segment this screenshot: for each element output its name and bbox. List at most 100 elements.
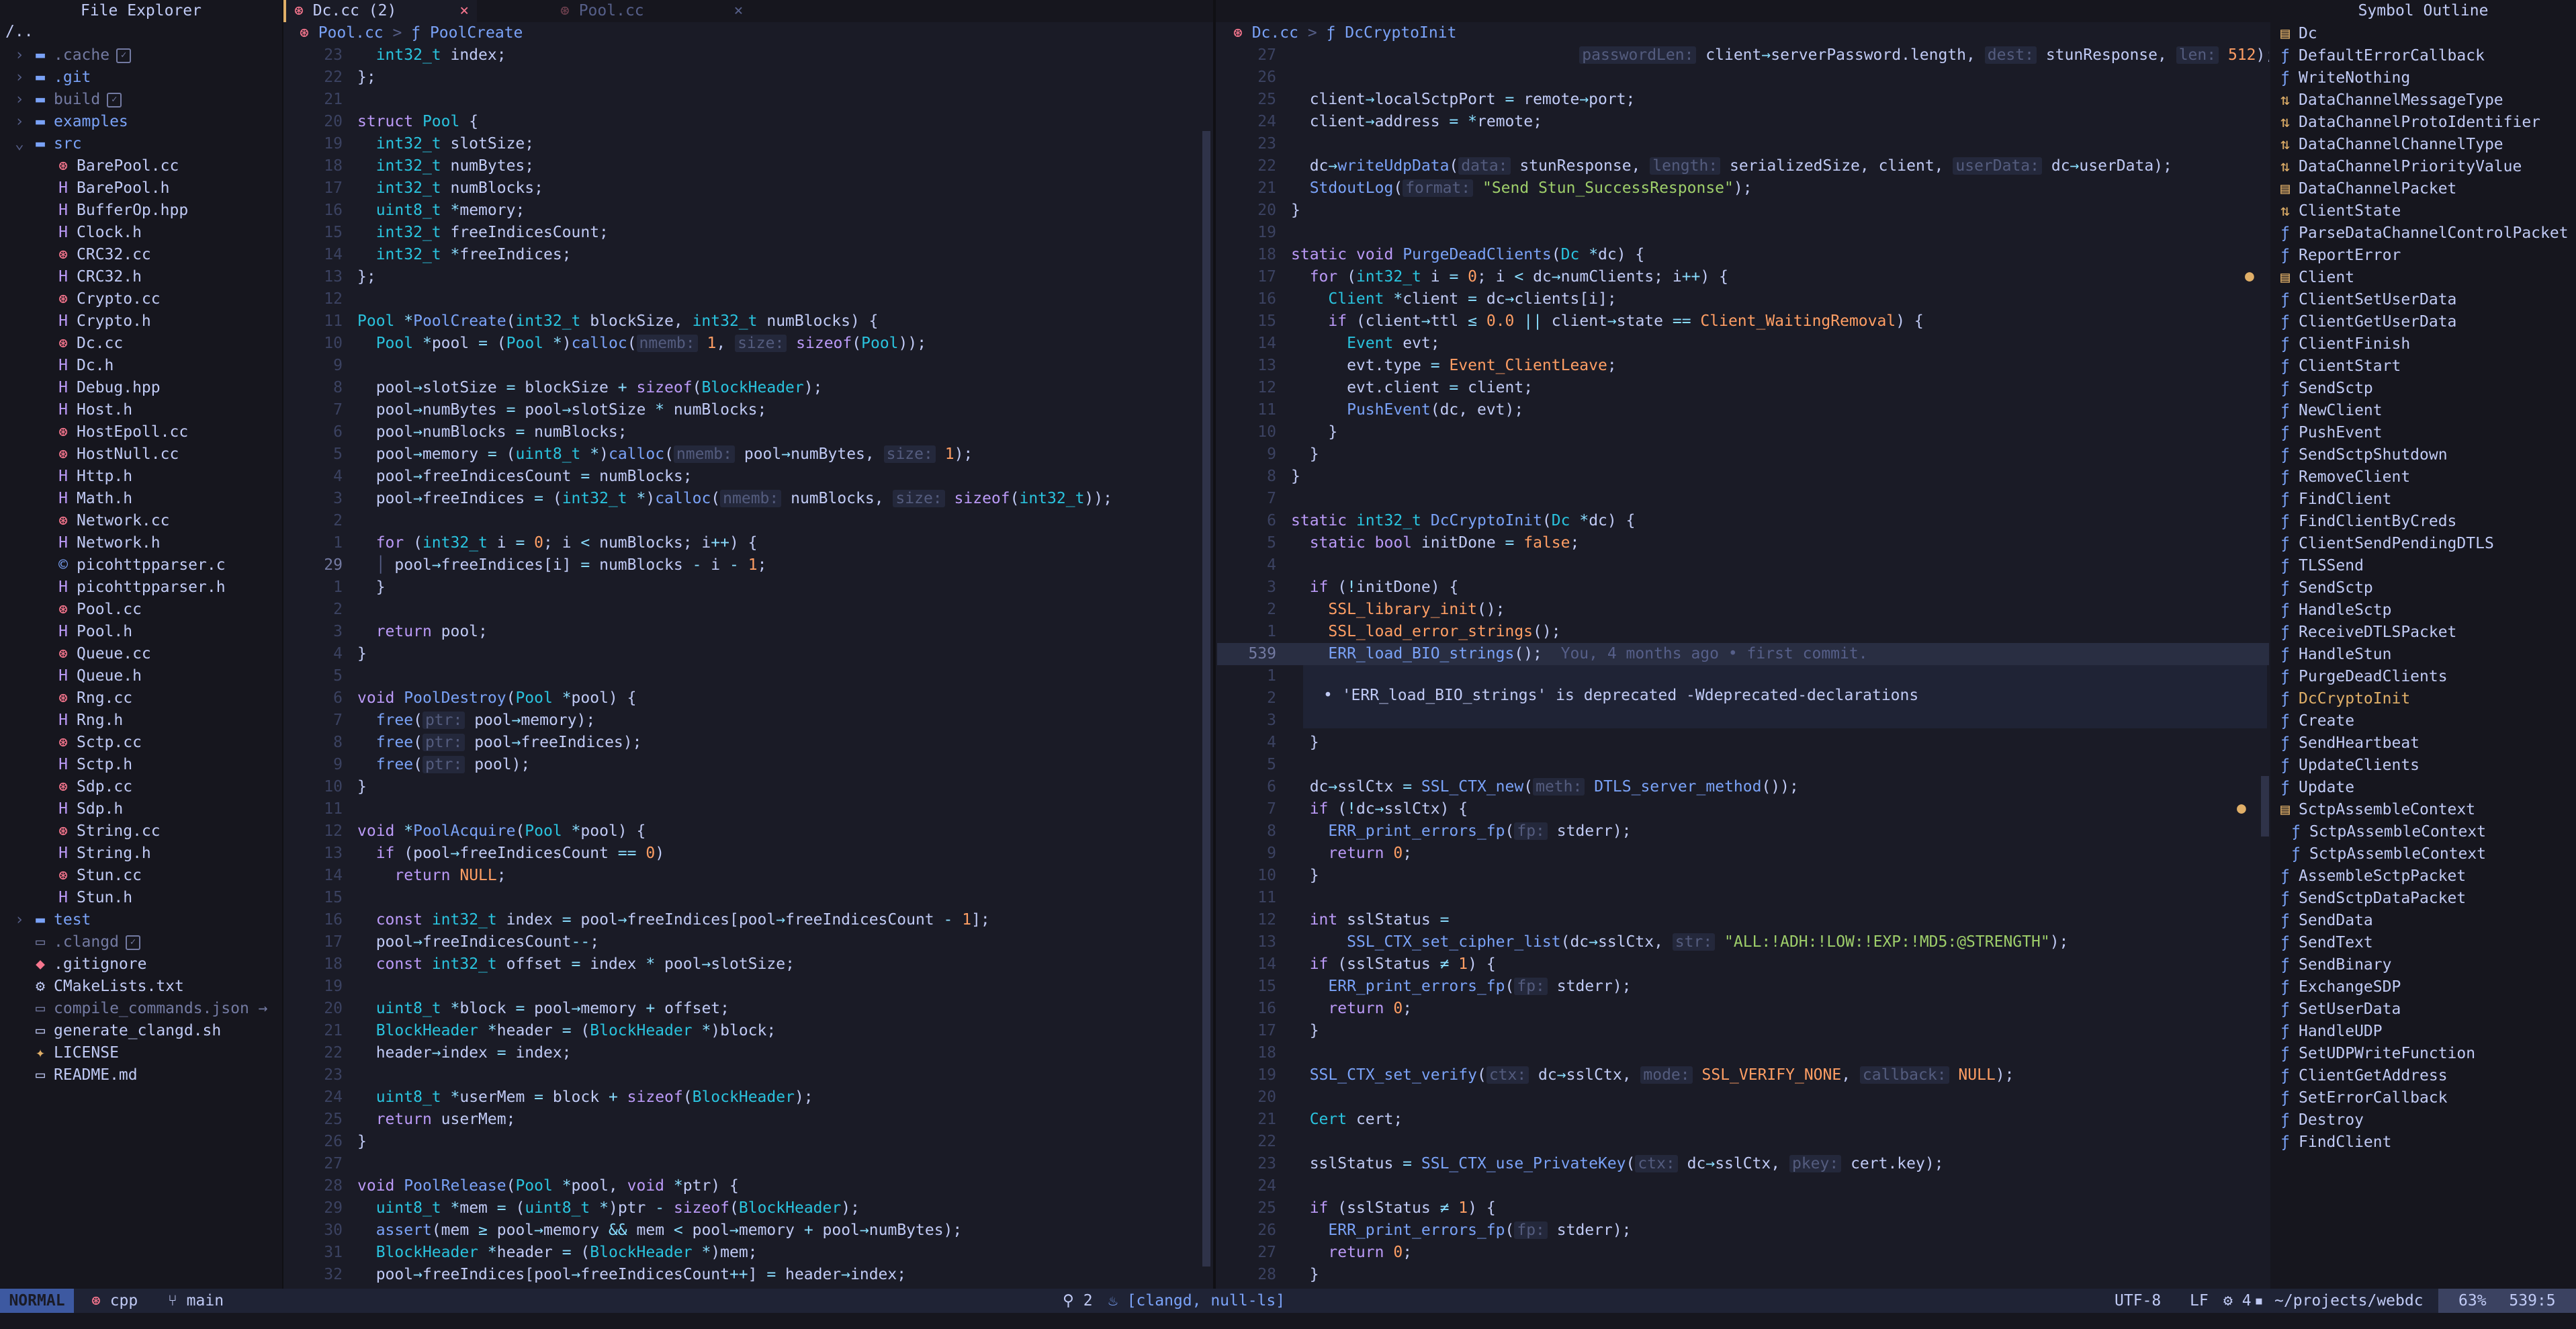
code-line[interactable]: 5 — [1217, 754, 2269, 776]
code-line[interactable]: 8 pool→slotSize = blockSize + sizeof(Blo… — [283, 377, 1210, 399]
code-line[interactable]: 8 ERR_print_errors_fp(fp: stderr); — [1217, 820, 2269, 843]
code-line[interactable]: 20 — [1217, 1086, 2269, 1109]
tab-pool-cc[interactable]: ⊛ Pool.cc × — [552, 0, 751, 22]
tree-file[interactable]: H Pool.h — [54, 621, 132, 643]
code-line[interactable]: 10 } — [1217, 865, 2269, 887]
outline-item[interactable]: ƒ HandleUDP — [2276, 1021, 2383, 1043]
code-line[interactable]: 1 } — [283, 576, 1210, 599]
code-line[interactable]: 539 ERR_load_BIO_strings(); You, 4 month… — [1217, 643, 2269, 665]
outline-item[interactable]: ⇅ DataChannelPriorityValue — [2276, 156, 2522, 178]
indent-setting[interactable]: ⚙ 4 — [2223, 1289, 2252, 1313]
code-line[interactable]: 32 pool→freeIndices[pool→freeIndicesCoun… — [283, 1264, 1210, 1286]
outline-item[interactable]: ƒ SctpAssembleContext — [2286, 821, 2486, 843]
tree-folder[interactable]: ⌄ ▬ src — [15, 133, 82, 155]
tree-file[interactable]: ⊛ BarePool.cc — [54, 155, 179, 177]
outline-item[interactable]: ƒ PurgeDeadClients — [2276, 666, 2448, 688]
code-line[interactable]: 22 dc→writeUdpData(data: stunResponse, l… — [1217, 155, 2269, 177]
tree-file[interactable]: ⊛ Rng.cc — [54, 687, 132, 710]
code-line[interactable]: 3 pool→freeIndices = (int32_t *)calloc(n… — [283, 488, 1210, 510]
outline-item[interactable]: ƒ ClientSendPendingDTLS — [2276, 533, 2494, 555]
outline-item[interactable]: ƒ ExchangeSDP — [2276, 976, 2401, 998]
code-line[interactable]: 6 static int32_t DcCryptoInit(Dc *dc) { — [1217, 510, 2269, 532]
tree-file[interactable]: H Rng.h — [54, 710, 123, 732]
tree-file[interactable]: H Sdp.h — [54, 798, 123, 820]
outline-item[interactable]: ƒ DcCryptoInit — [2276, 688, 2410, 710]
tree-file[interactable]: H Network.h — [54, 532, 161, 554]
chevron-right-icon[interactable]: › — [15, 89, 31, 111]
outline-item[interactable]: ƒ SendHeartbeat — [2276, 732, 2419, 755]
tree-file[interactable]: ▭ README.md — [15, 1064, 138, 1086]
code-line[interactable]: 17 } — [1217, 1020, 2269, 1042]
code-line[interactable]: 15 int32_t freeIndicesCount; — [283, 222, 1210, 244]
outline-item[interactable]: ƒ NewClient — [2276, 400, 2383, 422]
outline-item[interactable]: ƒ ClientStart — [2276, 355, 2401, 378]
code-line[interactable]: 12 — [283, 288, 1210, 310]
tree-file[interactable]: ⊛ Queue.cc — [54, 643, 151, 665]
filetype[interactable]: ⊛ cpp — [91, 1289, 138, 1313]
code-line[interactable]: 26} — [283, 1131, 1210, 1153]
code-line[interactable]: 9 free(ptr: pool); — [283, 754, 1210, 776]
outline-item[interactable]: ƒ AssembleSctpPacket — [2276, 865, 2466, 888]
outline-item[interactable]: ▤ Client — [2276, 267, 2354, 289]
code-line[interactable]: 27 return 0; — [1217, 1242, 2269, 1264]
split-divider[interactable] — [1213, 0, 1216, 1289]
code-line[interactable]: 23 sslStatus = SSL_CTX_use_PrivateKey(ct… — [1217, 1153, 2269, 1175]
code-line[interactable]: 20} — [1217, 200, 2269, 222]
tree-file[interactable]: ✦ LICENSE — [15, 1042, 119, 1064]
project-path[interactable]: ~/projects/webdc — [2274, 1289, 2424, 1313]
tree-file[interactable]: ⊛ Sctp.cc — [54, 732, 142, 754]
code-line[interactable]: 11 Pool *PoolCreate(int32_t blockSize, in… — [283, 310, 1210, 333]
tree-file[interactable]: H Crypto.h — [54, 310, 151, 333]
code-line[interactable]: 28 void PoolRelease(Pool *pool, void *ptr… — [283, 1175, 1210, 1197]
right-scrollbar[interactable] — [2261, 776, 2269, 837]
code-line[interactable]: 26 ERR_print_errors_fp(fp: stderr); — [1217, 1219, 2269, 1242]
outline-item[interactable]: ƒ WriteNothing — [2276, 67, 2410, 89]
tree-file[interactable]: H Stun.h — [54, 887, 132, 909]
outline-item[interactable]: ƒ PushEvent — [2276, 422, 2383, 444]
tree-file[interactable]: H CRC32.h — [54, 266, 142, 288]
code-line[interactable]: 8} — [1217, 466, 2269, 488]
code-line[interactable]: 14 Event evt; — [1217, 333, 2269, 355]
code-line[interactable]: 6 dc→sslCtx = SSL_CTX_new(meth: DTLS_ser… — [1217, 776, 2269, 798]
outline-item[interactable]: ƒ HandleSctp — [2276, 599, 2391, 621]
outline-item[interactable]: ƒ FindClient — [2276, 488, 2391, 511]
outline-item[interactable]: ƒ SendData — [2276, 910, 2373, 932]
code-line[interactable]: 18 static void PurgeDeadClients(Dc *dc) { — [1217, 244, 2269, 266]
code-line[interactable]: 17 pool→freeIndicesCount--; — [283, 931, 1210, 953]
outline-item[interactable]: ƒ RemoveClient — [2276, 466, 2410, 488]
tree-file[interactable]: H Dc.h — [54, 355, 114, 377]
outline-item[interactable]: ƒ UpdateClients — [2276, 755, 2419, 777]
code-line[interactable]: 4 — [1217, 554, 2269, 576]
code-line[interactable]: 9 — [283, 355, 1210, 377]
code-line[interactable]: 23 — [1217, 133, 2269, 155]
code-line[interactable]: 6 void PoolDestroy(Pool *pool) { — [283, 687, 1210, 710]
code-line[interactable]: 14 if (sslStatus ≠ 1) { — [1217, 953, 2269, 976]
code-line[interactable]: 10} — [283, 776, 1210, 798]
code-line[interactable]: 5 — [283, 665, 1210, 687]
lightbulb-icon[interactable]: ● — [2237, 800, 2246, 817]
outline-item[interactable]: ƒ TLSSend — [2276, 555, 2364, 577]
tree-folder[interactable]: › ▬ .cache ✓ — [15, 44, 132, 67]
outline-item[interactable]: ƒ ClientGetAddress — [2276, 1065, 2448, 1087]
code-line[interactable]: 16 const int32_t index = pool→freeIndice… — [283, 909, 1210, 931]
outline-item[interactable]: ƒ Destroy — [2276, 1109, 2364, 1131]
tree-file[interactable]: ⊛ String.cc — [54, 820, 161, 843]
outline-item[interactable]: ƒ SetErrorCallback — [2276, 1087, 2448, 1109]
code-line[interactable]: 23 — [283, 1064, 1210, 1086]
code-line[interactable]: 15 ERR_print_errors_fp(fp: stderr); — [1217, 976, 2269, 998]
code-line[interactable]: 18 const int32_t offset = index * pool→s… — [283, 953, 1210, 976]
code-line[interactable]: 5 pool→memory = (uint8_t *)calloc(nmemb:… — [283, 443, 1210, 466]
code-line[interactable]: 7 — [1217, 488, 2269, 510]
code-line[interactable]: 23 int32_t index; — [283, 44, 1210, 67]
tree-file[interactable]: ⚙ CMakeLists.txt — [15, 976, 184, 998]
tree-file[interactable]: ▭ compile_commands.json → — [15, 998, 267, 1020]
tree-file[interactable]: H BufferOp.hpp — [54, 200, 188, 222]
code-line[interactable]: 9 } — [1217, 443, 2269, 466]
code-line[interactable]: 20 struct Pool { — [283, 111, 1210, 133]
code-line[interactable]: 11 — [1217, 887, 2269, 909]
code-line[interactable]: 1 for (int32_t i = 0; i < numBlocks; i++… — [283, 532, 1210, 554]
outline-item[interactable]: ƒ SetUDPWriteFunction — [2276, 1043, 2475, 1065]
code-line[interactable]: 7 pool→numBytes = pool→slotSize * numBlo… — [283, 399, 1210, 421]
outline-item[interactable]: ⇅ DataChannelChannelType — [2276, 134, 2503, 156]
code-line[interactable]: 7 if (!dc→sslCtx) { — [1217, 798, 2269, 820]
